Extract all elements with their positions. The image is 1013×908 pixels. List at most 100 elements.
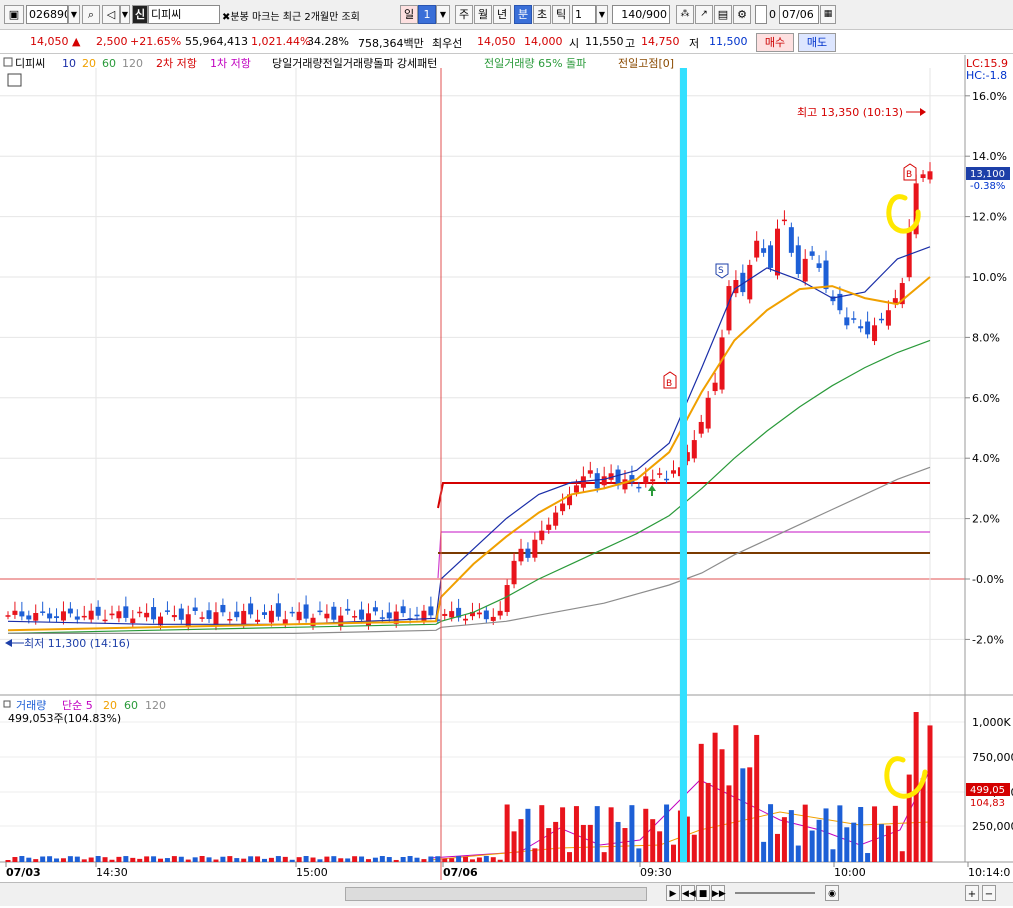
legend-icon [3, 57, 13, 67]
period-tick-button[interactable]: 틱 [552, 5, 570, 24]
candle-body [19, 611, 25, 617]
vol-legend-simple: 단순 5 [62, 699, 93, 712]
period-week-button[interactable]: 주 [455, 5, 473, 24]
zoom-slider[interactable] [735, 892, 815, 894]
grid [0, 68, 965, 862]
candle-body [67, 608, 73, 614]
sell-button[interactable]: 매도 [798, 33, 836, 52]
period-month-button[interactable]: 월 [474, 5, 492, 24]
candle-body [192, 607, 198, 611]
scroll-thumb[interactable] [345, 887, 647, 901]
bar-settings-icon[interactable]: ⁂ [676, 5, 694, 24]
candle-body [726, 286, 732, 331]
y-tick-label: 10.0% [972, 271, 1007, 284]
chart-area[interactable]: 디피씨 10 20 60 120 2차 저항 1차 저항 당일거래량전일거래량돌… [0, 55, 1013, 906]
stock-name-field[interactable]: 디피씨 [148, 5, 220, 24]
menu-icon[interactable]: ▣ [4, 5, 24, 24]
vol-tick-label: 750,000 [972, 751, 1013, 764]
candle-body [199, 617, 205, 619]
legend-ma120: 120 [122, 57, 143, 70]
volume-bar [12, 857, 18, 862]
volume-bar [705, 782, 711, 862]
period-day-button[interactable]: 일 [400, 5, 418, 24]
vol-tick-label: 250,000 [972, 820, 1013, 833]
calendar-icon[interactable]: ▦ [820, 5, 836, 24]
volume-bar [137, 858, 143, 862]
candle-body [171, 615, 177, 618]
candle-body [116, 611, 122, 619]
volume-bar [26, 857, 32, 862]
play-icon[interactable]: ▶ [666, 885, 680, 901]
volume-bar [691, 834, 697, 862]
volume-bar [241, 858, 247, 862]
sell-mark-label: S [718, 266, 724, 276]
candle-body [657, 473, 663, 475]
candle-body [601, 476, 607, 486]
candle-body [546, 524, 552, 530]
volume-bar [476, 857, 482, 862]
volume-bar [553, 821, 559, 862]
x-tick-label: 14:30 [96, 866, 128, 879]
interval-input[interactable]: 1 [572, 5, 596, 24]
zoom-in-icon[interactable]: + [965, 885, 979, 901]
period-second-button[interactable]: 초 [533, 5, 551, 24]
camera-icon[interactable]: ◉ [825, 885, 839, 901]
candle-body [151, 607, 157, 620]
candle-body [643, 476, 649, 484]
stop-icon[interactable]: ■ [696, 885, 710, 901]
count-field[interactable]: 140/900 [612, 5, 670, 24]
speaker-icon[interactable]: ◁ [102, 5, 120, 24]
code-input[interactable]: 026890 [26, 5, 68, 24]
legend-resistance-1: 1차 저항 [210, 57, 251, 70]
ma-line-20 [7, 276, 931, 632]
buy-button[interactable]: 매수 [756, 33, 794, 52]
table-icon[interactable] [7, 73, 22, 87]
volume-bar [192, 857, 198, 862]
speaker-dropdown-icon[interactable]: ▼ [120, 5, 130, 24]
vol-tick-label: 1,000K [972, 716, 1011, 729]
interval-dropdown-icon[interactable]: ▼ [596, 5, 608, 24]
volume-bar [560, 807, 566, 862]
candle-body [768, 245, 774, 268]
option-checkbox[interactable] [755, 5, 767, 24]
candle-body [636, 486, 642, 489]
period-year-button[interactable]: 년 [493, 5, 511, 24]
save-icon[interactable]: ▤ [714, 5, 732, 24]
candle-body [816, 263, 822, 268]
volume-bar [67, 856, 73, 862]
volume-bar [275, 856, 281, 862]
volume-bar [289, 859, 295, 862]
volume-bar [844, 827, 850, 862]
volume-bar [303, 856, 309, 862]
candle-body [144, 612, 150, 618]
volume-bar [324, 856, 330, 862]
volume-pct: 1,021.44% [251, 35, 311, 48]
volume-bar [365, 859, 371, 862]
chart-svg[interactable]: 디피씨 10 20 60 120 2차 저항 1차 저항 당일거래량전일거래량돌… [0, 55, 1013, 905]
candle-body [525, 548, 531, 558]
period-n-button[interactable]: 1 [418, 5, 436, 24]
rewind-icon[interactable]: ◀◀ [681, 885, 696, 901]
gear-icon[interactable]: ⚙ [733, 5, 751, 24]
volume-bar [650, 819, 656, 862]
candle-body [130, 618, 136, 624]
date-input[interactable]: 07/06 [779, 5, 819, 24]
period-minute-button[interactable]: 분 [514, 5, 532, 24]
candle-body [594, 473, 600, 489]
volume-bar [490, 857, 496, 862]
legend-resistance-2: 2차 저항 [156, 57, 197, 70]
zoom-out-icon[interactable]: − [982, 885, 996, 901]
period-dropdown-icon[interactable]: ▼ [436, 5, 450, 24]
legend-ma60: 60 [102, 57, 116, 70]
volume-bar [60, 858, 66, 862]
candle-body [352, 616, 358, 618]
crosshair-cursor[interactable] [680, 68, 687, 862]
volume-bar [171, 856, 177, 862]
forward-icon[interactable]: ▶▶ [711, 885, 726, 901]
candle-body [47, 613, 53, 619]
draw-tool-icon[interactable]: ↗ [695, 5, 713, 24]
code-dropdown-icon[interactable]: ▼ [68, 5, 80, 24]
volume-bar [615, 821, 621, 862]
volume-bar [255, 856, 261, 862]
search-icon[interactable]: ⌕ [82, 5, 100, 24]
